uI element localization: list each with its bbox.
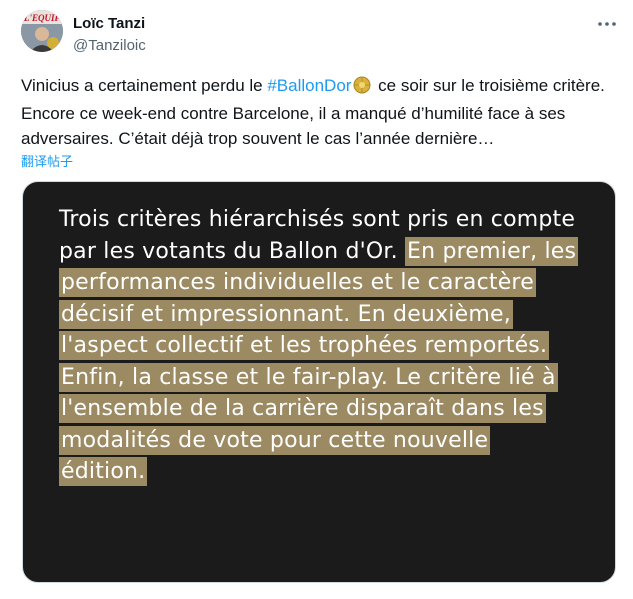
hashtag-link[interactable]: #BallonDor — [267, 76, 351, 95]
ballon-dor-emoji-icon — [353, 76, 371, 101]
avatar-image: L'EQUIP — [21, 10, 63, 52]
more-options-icon — [598, 22, 616, 26]
image-quote-highlighted: En premier, les performances individuell… — [59, 236, 579, 486]
avatar[interactable]: L'EQUIP — [21, 10, 63, 52]
more-options-button[interactable] — [595, 14, 619, 34]
avatar-badge-text: L'EQUIP — [23, 13, 61, 23]
translate-post-link[interactable]: 翻译帖子 — [21, 151, 73, 170]
tweet-text: Vinicius a certainement perdu le #Ballon… — [21, 73, 621, 151]
author-name[interactable]: Loïc Tanzi — [73, 15, 145, 32]
author-handle[interactable]: @Tanziloic — [73, 37, 146, 54]
image-quote-text: Trois critères hiérarchisés sont pris en… — [59, 204, 579, 488]
tweet-text-before: Vinicius a certainement perdu le — [21, 76, 268, 95]
tweet-image[interactable]: Trois critères hiérarchisés sont pris en… — [22, 181, 616, 583]
